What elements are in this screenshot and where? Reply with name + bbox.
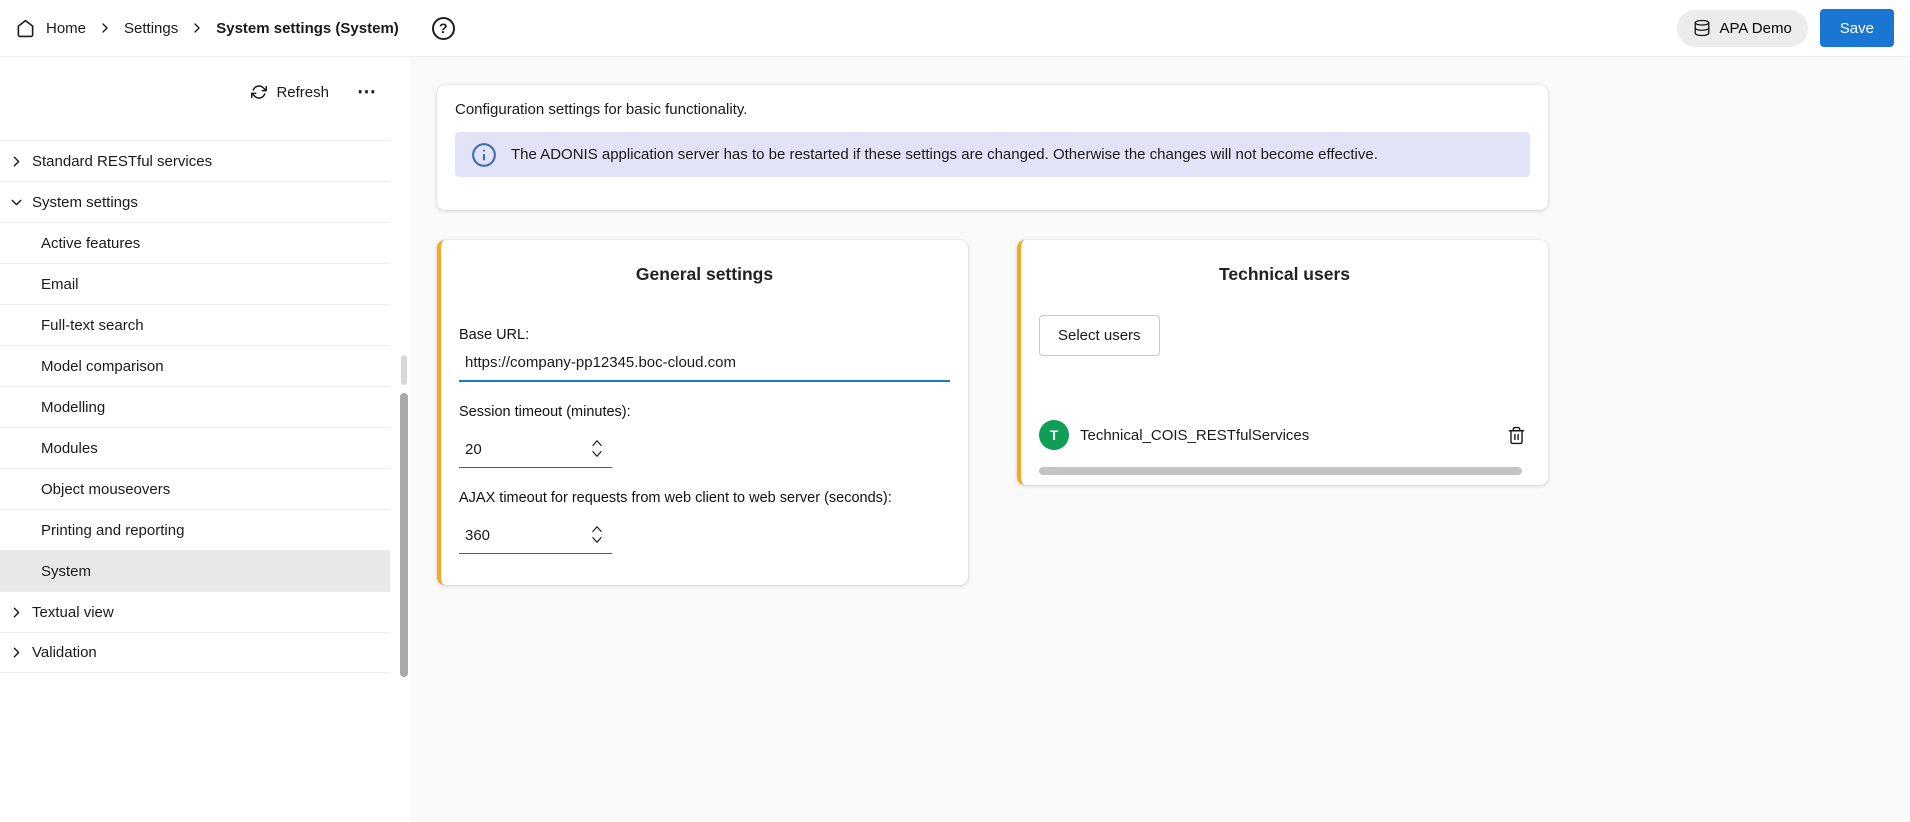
- help-icon[interactable]: ?: [432, 17, 455, 40]
- settings-tree: Standard RESTful services System setting…: [0, 140, 390, 673]
- main-content: Configuration settings for basic functio…: [410, 57, 1910, 822]
- refresh-button[interactable]: Refresh: [251, 84, 329, 101]
- breadcrumb-current: System settings (System): [216, 20, 399, 37]
- sidebar-scrollbar-track[interactable]: [401, 355, 407, 385]
- horizontal-scrollbar-thumb[interactable]: [1039, 467, 1522, 475]
- sidebar-item-label: Modelling: [41, 399, 105, 416]
- configuration-description: Configuration settings for basic functio…: [455, 101, 1530, 118]
- save-button[interactable]: Save: [1820, 9, 1894, 47]
- user-avatar: T: [1039, 420, 1069, 450]
- workspace-badge[interactable]: APA Demo: [1677, 10, 1808, 47]
- sidebar-item-active-features[interactable]: Active features: [0, 222, 390, 263]
- sidebar-item-object-mouseovers[interactable]: Object mouseovers: [0, 468, 390, 509]
- chevron-right-icon[interactable]: [8, 644, 25, 661]
- user-list-item: T Technical_COIS_RESTfulServices: [1039, 420, 1530, 450]
- base-url-input[interactable]: [459, 343, 950, 382]
- chevron-down-icon[interactable]: [8, 194, 25, 211]
- restart-info-banner: The ADONIS application server has to be …: [455, 132, 1530, 177]
- sidebar-item-label: System: [41, 563, 91, 580]
- decrement-icon[interactable]: [590, 449, 604, 460]
- delete-user-button[interactable]: [1505, 424, 1528, 447]
- trash-icon: [1507, 426, 1526, 445]
- sidebar-item-full-text-search[interactable]: Full-text search: [0, 304, 390, 345]
- ajax-timeout-label: AJAX timeout for requests from web clien…: [459, 490, 950, 506]
- session-timeout-spinner: [590, 437, 604, 460]
- session-timeout-label: Session timeout (minutes):: [459, 404, 950, 420]
- sidebar-item-label: Active features: [41, 235, 140, 252]
- session-timeout-input[interactable]: [459, 430, 563, 467]
- chevron-right-icon[interactable]: [8, 604, 25, 621]
- increment-icon[interactable]: [590, 437, 604, 448]
- sidebar-item-label: System settings: [32, 194, 138, 211]
- sidebar-item-label: Printing and reporting: [41, 522, 184, 539]
- sidebar-item-label: Email: [41, 276, 79, 293]
- sidebar-item-standard-restful-services[interactable]: Standard RESTful services: [0, 140, 390, 181]
- sidebar-item-label: Model comparison: [41, 358, 164, 375]
- chevron-right-icon[interactable]: [8, 153, 25, 170]
- sidebar-item-label: Validation: [32, 644, 97, 661]
- sidebar-item-label: Standard RESTful services: [32, 153, 212, 170]
- configuration-intro-card: Configuration settings for basic functio…: [437, 85, 1548, 210]
- base-url-label: Base URL:: [459, 327, 950, 343]
- refresh-icon: [251, 84, 267, 100]
- chevron-right-icon: [97, 20, 113, 36]
- ajax-timeout-field: [459, 516, 612, 554]
- database-icon: [1693, 19, 1711, 37]
- technical-users-title: Technical users: [1039, 264, 1530, 285]
- general-settings-title: General settings: [459, 264, 950, 285]
- sidebar-item-label: Modules: [41, 440, 98, 457]
- increment-icon[interactable]: [590, 523, 604, 534]
- sidebar-item-label: Textual view: [32, 604, 114, 621]
- sidebar-item-model-comparison[interactable]: Model comparison: [0, 345, 390, 386]
- breadcrumb: Home Settings System settings (System) ?: [16, 17, 455, 40]
- top-bar: Home Settings System settings (System) ?…: [0, 0, 1910, 57]
- more-options-button[interactable]: ⋯: [357, 83, 376, 102]
- session-timeout-field: [459, 430, 612, 468]
- chevron-right-icon: [189, 20, 205, 36]
- sidebar-item-email[interactable]: Email: [0, 263, 390, 304]
- sidebar-item-textual-view[interactable]: Textual view: [0, 591, 390, 632]
- sidebar-item-modules[interactable]: Modules: [0, 427, 390, 468]
- general-settings-card: General settings Base URL: Session timeo…: [437, 240, 968, 585]
- breadcrumb-settings[interactable]: Settings: [124, 20, 178, 37]
- breadcrumb-home[interactable]: Home: [46, 20, 86, 37]
- sidebar-toolbar: Refresh ⋯: [0, 57, 410, 127]
- select-users-button[interactable]: Select users: [1039, 315, 1160, 356]
- sidebar-item-printing-and-reporting[interactable]: Printing and reporting: [0, 509, 390, 550]
- home-icon[interactable]: [16, 19, 35, 38]
- sidebar-item-modelling[interactable]: Modelling: [0, 386, 390, 427]
- sidebar-item-label: Object mouseovers: [41, 481, 170, 498]
- sidebar-item-label: Full-text search: [41, 317, 144, 334]
- restart-info-text: The ADONIS application server has to be …: [511, 146, 1378, 163]
- info-icon: [471, 142, 497, 168]
- sidebar-item-system[interactable]: System: [0, 550, 390, 591]
- user-name: Technical_COIS_RESTfulServices: [1080, 427, 1309, 444]
- sidebar: Refresh ⋯ Standard RESTful services Syst…: [0, 57, 410, 822]
- sidebar-item-system-settings[interactable]: System settings: [0, 181, 390, 222]
- ajax-timeout-input[interactable]: [459, 516, 563, 553]
- workspace-badge-label: APA Demo: [1720, 20, 1792, 37]
- technical-users-card: Technical users Select users T Technical…: [1017, 240, 1548, 485]
- sidebar-item-validation[interactable]: Validation: [0, 632, 390, 673]
- refresh-button-label: Refresh: [276, 84, 329, 101]
- top-bar-actions: APA Demo Save: [1677, 9, 1894, 47]
- decrement-icon[interactable]: [590, 535, 604, 546]
- sidebar-scrollbar-thumb[interactable]: [400, 393, 408, 677]
- ajax-timeout-spinner: [590, 523, 604, 546]
